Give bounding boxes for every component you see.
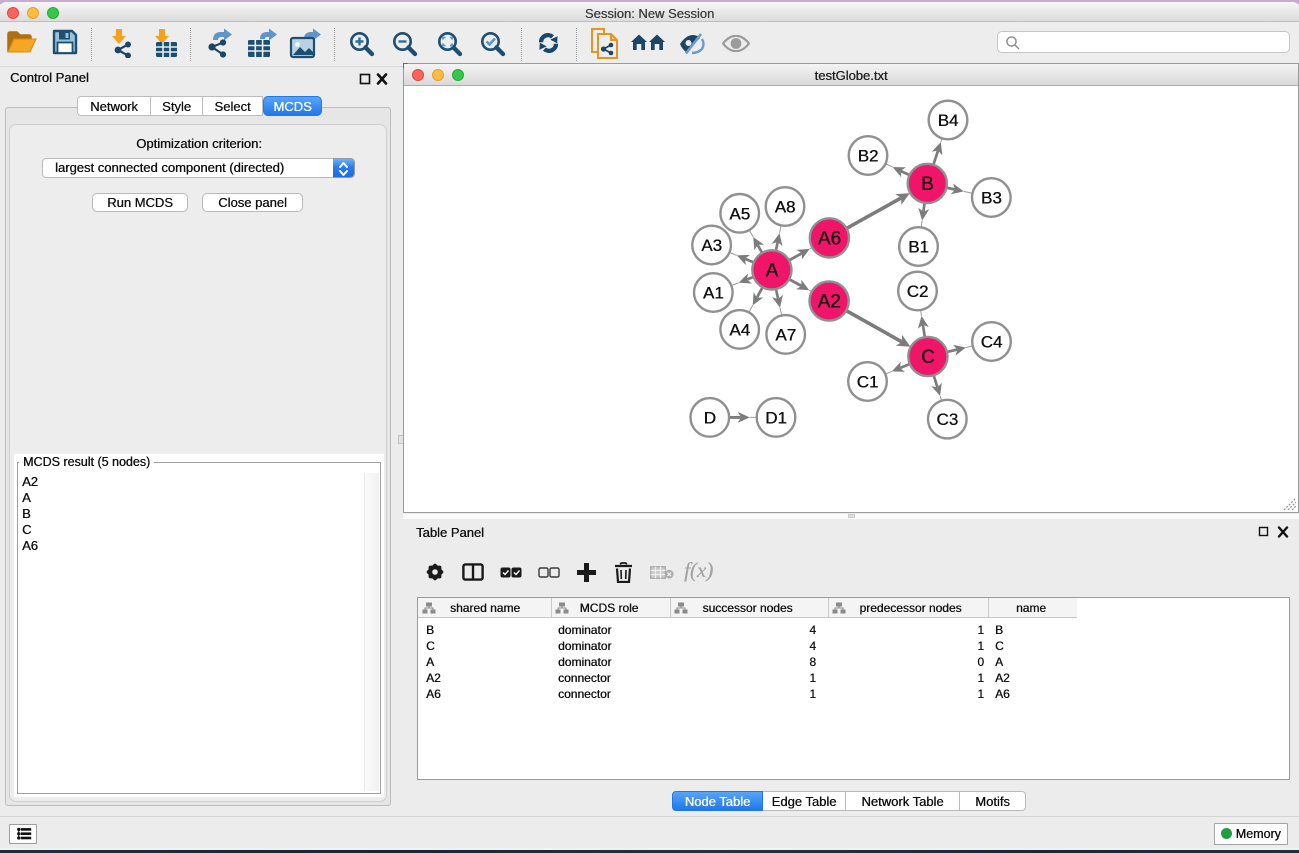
svg-text:B1: B1 bbox=[908, 238, 929, 257]
svg-text:A8: A8 bbox=[775, 198, 796, 217]
svg-text:B2: B2 bbox=[858, 147, 879, 166]
svg-text:A6: A6 bbox=[818, 228, 841, 249]
svg-text:C: C bbox=[921, 347, 935, 368]
svg-text:D1: D1 bbox=[765, 408, 787, 427]
svg-text:A2: A2 bbox=[817, 292, 840, 313]
svg-text:C2: C2 bbox=[907, 282, 929, 301]
svg-text:A1: A1 bbox=[703, 284, 724, 303]
svg-text:C1: C1 bbox=[857, 373, 879, 392]
svg-text:A5: A5 bbox=[729, 204, 750, 223]
svg-text:A4: A4 bbox=[729, 320, 750, 339]
svg-text:C4: C4 bbox=[981, 333, 1003, 352]
svg-text:A: A bbox=[766, 260, 779, 281]
svg-text:B3: B3 bbox=[981, 189, 1002, 208]
svg-text:A3: A3 bbox=[701, 236, 722, 255]
svg-text:A7: A7 bbox=[775, 325, 796, 344]
svg-text:B: B bbox=[921, 174, 934, 195]
svg-text:D: D bbox=[704, 408, 716, 427]
svg-text:B4: B4 bbox=[938, 111, 959, 130]
svg-text:C3: C3 bbox=[936, 410, 958, 429]
